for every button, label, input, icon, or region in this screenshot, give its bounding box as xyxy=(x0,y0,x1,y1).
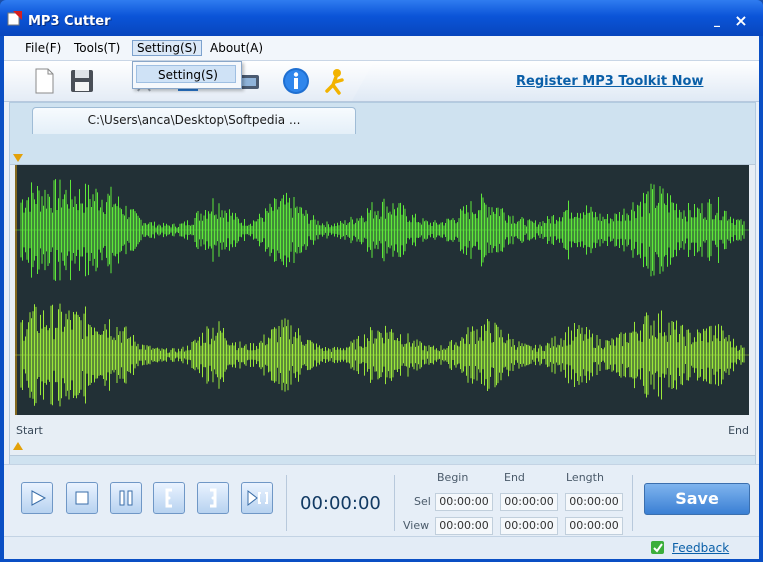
stop-icon xyxy=(75,491,89,505)
view-row-label: View xyxy=(403,519,430,532)
col-length-header: Length xyxy=(566,471,604,484)
stop-button[interactable] xyxy=(66,482,98,514)
app-icon xyxy=(7,11,22,26)
waveform-panel[interactable]: Start End xyxy=(9,164,756,456)
pause-button[interactable] xyxy=(110,482,142,514)
save-button[interactable]: Save xyxy=(644,483,750,515)
waveform-display[interactable] xyxy=(15,165,749,415)
start-label: Start xyxy=(16,424,43,437)
pause-icon xyxy=(119,490,133,506)
close-button[interactable]: × xyxy=(731,11,751,31)
menu-bar: File(F) Tools(T) Setting(S) About(A) xyxy=(4,36,759,61)
end-label: End xyxy=(728,424,749,437)
set-start-button[interactable] xyxy=(153,482,185,514)
save-icon[interactable] xyxy=(68,67,96,95)
menu-tools[interactable]: Tools(T) xyxy=(74,41,120,55)
controls-panel: 00:00:00 Begin End Length Sel 00:00:00 0… xyxy=(4,464,759,537)
set-start-icon xyxy=(165,488,172,508)
sel-length-field[interactable]: 00:00:00 xyxy=(565,493,623,511)
controls-separator xyxy=(394,475,395,531)
play-selection-icon xyxy=(247,489,268,507)
play-selection-button[interactable] xyxy=(241,482,273,514)
new-file-icon[interactable] xyxy=(30,67,58,95)
status-bar: Feedback xyxy=(4,536,759,559)
file-tab[interactable]: C:\Users\anca\Desktop\Softpedia ... xyxy=(32,107,356,134)
menu-setting[interactable]: Setting(S) xyxy=(132,40,202,56)
play-icon xyxy=(31,490,47,506)
info-icon[interactable] xyxy=(282,67,310,95)
feedback-icon xyxy=(651,541,664,554)
menu-file[interactable]: File(F) xyxy=(25,41,61,55)
time-display: 00:00:00 xyxy=(300,493,381,514)
view-end-field[interactable]: 00:00:00 xyxy=(500,517,558,535)
window-title: MP3 Cutter xyxy=(28,14,111,29)
client-area: File(F) Tools(T) Setting(S) About(A) Set… xyxy=(4,36,759,559)
col-end-header: End xyxy=(504,471,525,484)
title-bar[interactable]: MP3 Cutter _ × xyxy=(0,0,763,36)
app-window: MP3 Cutter _ × File(F) Tools(T) Setting(… xyxy=(0,0,763,562)
menu-about[interactable]: About(A) xyxy=(210,41,263,55)
controls-separator xyxy=(286,475,287,531)
sel-end-field[interactable]: 00:00:00 xyxy=(500,493,558,511)
start-marker-top[interactable] xyxy=(13,154,23,162)
feedback-link[interactable]: Feedback xyxy=(672,541,729,555)
sel-row-label: Sel xyxy=(414,495,431,508)
register-link[interactable]: Register MP3 Toolkit Now xyxy=(516,74,703,89)
setting-dropdown: Setting(S) xyxy=(132,61,242,89)
view-begin-field[interactable]: 00:00:00 xyxy=(435,517,493,535)
set-end-icon xyxy=(210,488,217,508)
toolbar: Register MP3 Toolkit Now xyxy=(4,61,759,102)
set-end-button[interactable] xyxy=(197,482,229,514)
aim-icon[interactable] xyxy=(322,67,350,95)
waveform-channel-2 xyxy=(20,303,745,407)
controls-separator xyxy=(632,475,633,531)
sel-begin-field[interactable]: 00:00:00 xyxy=(435,493,493,511)
dropdown-item-setting[interactable]: Setting(S) xyxy=(136,65,236,83)
view-length-field[interactable]: 00:00:00 xyxy=(565,517,623,535)
play-button[interactable] xyxy=(21,482,53,514)
col-begin-header: Begin xyxy=(437,471,469,484)
waveform-channel-1 xyxy=(20,179,745,281)
minimize-button[interactable]: _ xyxy=(707,13,727,33)
start-marker-bottom[interactable] xyxy=(13,442,23,450)
